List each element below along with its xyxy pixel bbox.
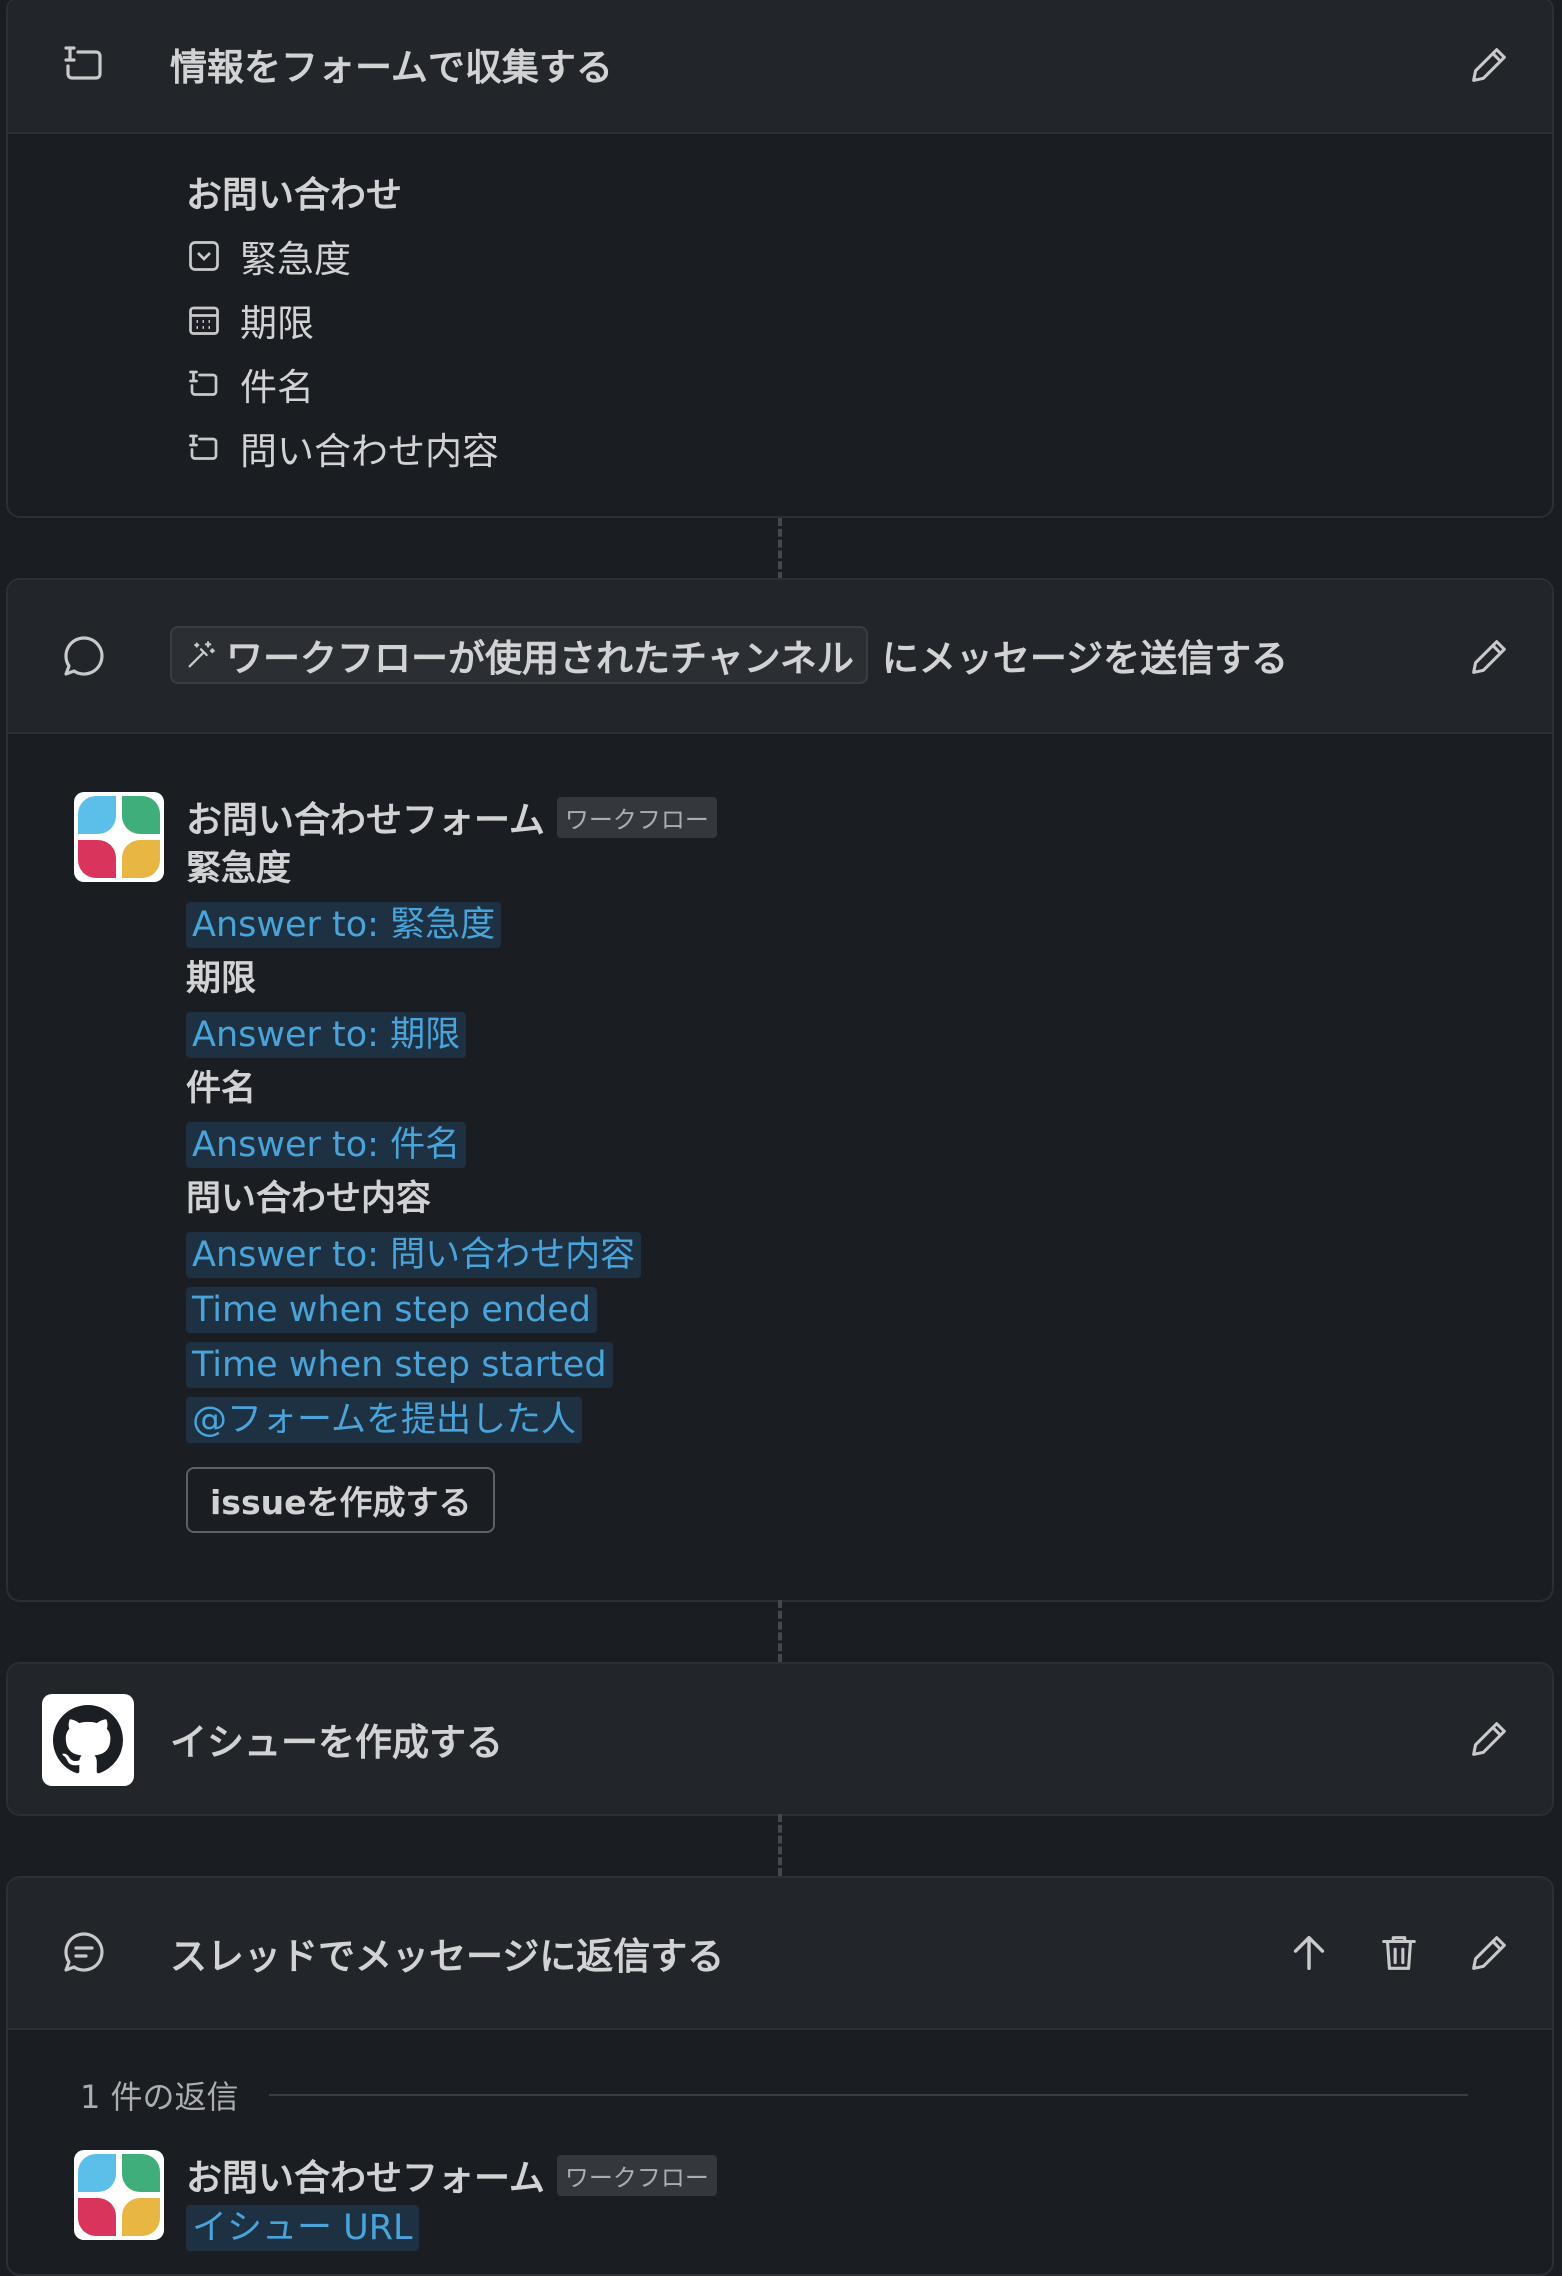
workflow-app-icon [78,796,160,878]
pencil-icon [1472,1722,1506,1756]
field-label: 緊急度 [186,849,292,889]
step-title: スレッドでメッセージに返信する [170,1935,725,1978]
field-label: 期限 [186,959,257,999]
pencil-icon [1472,48,1506,82]
message-body: お問い合わせフォーム ワークフロー 緊急度 Answer to: 緊急度 期限 … [186,792,1086,1533]
text-field-icon [189,434,218,460]
form-field-label: 問い合わせ内容 [240,430,499,473]
sender-name: お問い合わせフォーム [186,800,545,841]
field-label: 件名 [186,1069,257,1109]
workflow-app-icon [78,2154,160,2236]
delete-button[interactable] [1374,1928,1424,1978]
form-field-item: 問い合わせ内容 [186,416,499,480]
calendar-icon [189,306,219,335]
step-title-suffix: にメッセージを送信する [881,637,1289,680]
edit-button[interactable] [1464,1714,1514,1764]
step-card-create-issue: イシューを作成する [6,1662,1554,1816]
step-header: スレッドでメッセージに返信する [8,1878,1552,2030]
form-field-list: お問い合わせ 緊急度 期限 件名 問い合わせ内容 [186,168,499,480]
dropdown-icon [189,241,219,271]
step-connector [778,1814,782,1876]
trash-icon [1382,1936,1416,1970]
step-connector [778,1600,782,1662]
variable-token[interactable]: Time when step started [186,1341,613,1388]
variable-token[interactable]: イシュー URL [186,2204,419,2251]
edit-button[interactable] [1464,40,1514,90]
step-card-send-message: ワークフローが使用されたチャンネル にメッセージを送信する お問い合わせフォーム… [6,578,1554,1602]
step-title: ワークフローが使用されたチャンネル にメッセージを送信する [170,580,1288,730]
variable-token[interactable]: Time when step ended [186,1286,597,1333]
variable-token[interactable]: Answer to: 緊急度 [186,901,502,948]
message-bubble-icon [64,636,104,676]
step-title: イシューを作成する [170,1721,503,1764]
form-field-item: 件名 [186,352,499,416]
step-card-reply-thread: スレッドでメッセージに返信する 1 件の返信 お問い合わせフォーム ワークフロー [6,1876,1554,2276]
arrow-up-icon [1293,1935,1325,1971]
variable-token[interactable]: Answer to: 問い合わせ内容 [186,1231,642,1278]
step-connector [778,518,782,580]
replies-count: 1 件の返信 [80,2078,239,2116]
edit-button[interactable] [1464,1928,1514,1978]
form-field-item: 期限 [186,288,499,352]
variable-token[interactable]: Answer to: 期限 [186,1011,467,1058]
message-body: お問い合わせフォーム ワークフロー イシュー URL [186,2150,1086,2255]
magic-wand-icon [188,641,215,668]
workflow-avatar [74,2150,164,2240]
form-field-label: 期限 [240,302,314,345]
form-field-label: 緊急度 [240,238,351,281]
step-header: ワークフローが使用されたチャンネル にメッセージを送信する [8,580,1552,734]
form-field-label: 件名 [240,366,314,409]
step-card-collect-form: 情報をフォームで収集する お問い合わせ 緊急度 期限 件名 問い合わせ内容 [6,0,1554,518]
workflow-badge: ワークフロー [556,2154,717,2196]
create-issue-button[interactable]: issueを作成する [186,1467,496,1533]
workflow-avatar [74,792,164,882]
github-icon [42,1694,134,1786]
edit-button[interactable] [1464,632,1514,682]
pencil-icon [1472,1936,1506,1970]
field-label: 問い合わせ内容 [186,1179,432,1219]
step-title: 情報をフォームで収集する [170,46,613,89]
text-field-icon [189,370,218,396]
divider-line [268,2094,1468,2096]
replies-divider: 1 件の返信 [80,2072,1468,2118]
pencil-icon [1472,640,1506,674]
text-field-icon [64,46,102,80]
channel-variable-chip[interactable]: ワークフローが使用されたチャンネル [170,626,868,684]
github-logo [53,1705,123,1774]
form-field-item: 緊急度 [186,224,499,288]
chip-label: ワークフローが使用されたチャンネル [226,637,854,680]
variable-token[interactable]: @フォームを提出した人 [186,1396,582,1443]
thread-reply-icon [64,1932,104,1972]
step-header: イシューを作成する [8,1664,1552,1814]
variable-token[interactable]: Answer to: 件名 [186,1121,467,1168]
workflow-badge: ワークフロー [556,796,717,838]
sender-name: お問い合わせフォーム [186,2158,545,2199]
step-header: 情報をフォームで収集する [8,0,1552,134]
form-title: お問い合わせ [186,175,403,216]
move-up-button[interactable] [1284,1928,1334,1978]
